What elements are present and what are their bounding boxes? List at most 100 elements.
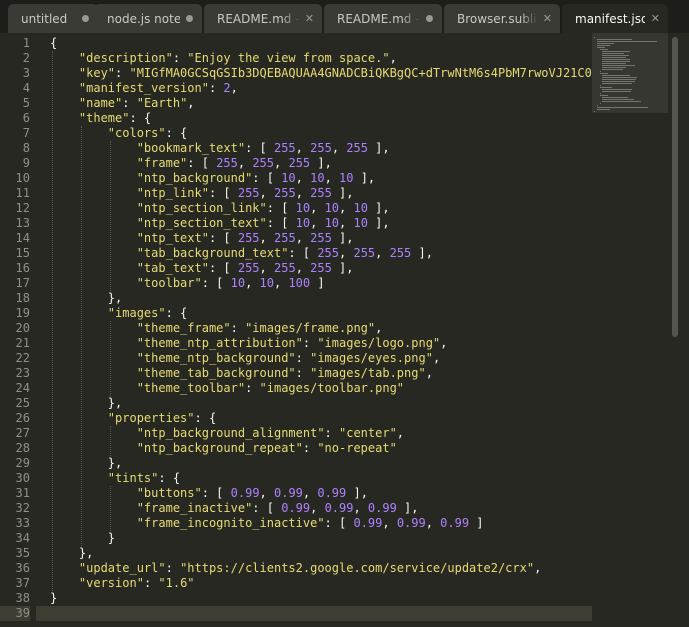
punctuation-token: }, [50,456,123,470]
punctuation-token: , [274,276,289,290]
punctuation-token [50,81,79,95]
punctuation-token [50,231,137,245]
line-number: 35 [15,546,30,560]
string-token: "center" [339,426,397,440]
minimap-line [596,43,615,44]
punctuation-token: , [353,501,368,515]
tab-label-fade [520,4,538,33]
punctuation-token: , [310,216,325,230]
number-token: 10 [295,201,311,215]
indent-guide [52,51,53,591]
minimap-line [602,101,641,102]
punctuation-token: ], [367,216,390,230]
punctuation-token: , [259,231,274,245]
string-token: "ntp_link" [136,186,209,200]
punctuation-token: , [187,96,195,110]
punctuation-token: , [425,516,441,530]
editor-pane[interactable]: 1 2 3 4 5 6 7 8 9 10 11 12 13 14 15 16 17 18 19 20 21 22 23 24 2… [0,33,689,627]
string-token: "toolbar" [136,276,202,290]
minimap-line [596,39,632,40]
punctuation-token [50,126,108,140]
tab-4[interactable]: README.md — [324,4,442,33]
minimap-line [602,69,624,70]
tab-2[interactable]: node.js notes [94,4,202,33]
code-line: "tab_text": [ 255, 255, 255 ], [50,261,354,276]
minimap-line [599,49,609,50]
string-token: "theme_frame" [136,321,231,335]
punctuation-token [50,111,79,125]
punctuation-token: : [302,441,318,455]
close-icon[interactable]: ✕ [305,12,314,25]
tab-1[interactable]: untitled [8,4,98,33]
punctuation-token: : [ [245,141,274,155]
line-number: 39 [0,606,30,621]
indent-guide [80,126,82,546]
number-token: 255 [310,186,332,200]
minimap-line [602,67,627,68]
minimap-line [596,41,657,42]
string-token: "images/tab.png" [310,366,426,380]
string-token: "theme_ntp_background" [136,351,296,365]
line-number: 29 [15,456,30,470]
code-line: "tab_background_text": [ 255, 255, 255 ]… [50,246,433,261]
line-number: 14 [15,231,30,245]
minimap-line [602,89,632,90]
number-token: 255 [252,156,275,170]
number-token: 255 [274,186,296,200]
string-token: "frame" [136,156,188,170]
punctuation-token: : { [158,471,181,485]
tab-5[interactable]: Browser.sublime✕ [444,4,560,33]
minimap-line [594,37,595,38]
code-line: "ntp_section_link": [ 10, 10, 10 ], [50,201,390,216]
tab-3[interactable]: README.md — ✕ [204,4,322,33]
string-token: "colors" [107,126,166,140]
line-number: 13 [15,216,30,230]
vertical-scrollbar[interactable] [668,33,689,627]
punctuation-token: , [339,246,354,260]
line-number: 30 [15,471,30,485]
code-line: "theme_toolbar": "images/toolbar.png" [50,381,404,396]
string-token: "MIGfMA0GCSqGSIb3DQEBAQUAA4GNADCBiQKBgQC… [129,66,592,80]
punctuation-token: , [396,426,405,440]
line-number: 21 [15,336,30,350]
dot-icon[interactable] [426,15,433,22]
punctuation-token [50,366,137,380]
close-icon[interactable]: ✕ [543,12,552,25]
code-line: } [50,591,57,606]
code-area[interactable]: { "description": "Enjoy the view from sp… [36,33,592,627]
number-token: 10 [353,201,368,215]
punctuation-token [50,171,137,185]
line-number: 36 [15,561,30,575]
punctuation-token [50,336,137,350]
close-icon[interactable]: ✕ [651,12,660,25]
punctuation-token: ], [353,171,376,185]
number-token: 10 [324,216,340,230]
minimap-line [596,105,599,106]
minimap[interactable] [592,33,668,627]
punctuation-token: , [375,321,383,335]
tab-label: manifest.json [575,11,645,26]
line-number: 32 [15,501,30,515]
code-line: "manifest_version": 2, [50,81,238,96]
tab-6[interactable]: manifest.json ✕ [562,4,668,33]
punctuation-token: : [143,576,159,590]
punctuation-token: , [295,261,311,275]
code-line [36,606,592,621]
scrollbar-thumb[interactable] [672,37,678,337]
punctuation-token [50,426,137,440]
punctuation-token [50,561,79,575]
punctuation-token [50,186,137,200]
dot-icon[interactable] [82,15,89,22]
line-number: 5 [22,96,30,110]
line-number: 15 [15,246,30,260]
tab-label-fade [402,4,420,33]
line-number: 26 [15,411,30,425]
string-token: "no-repeat" [317,441,397,455]
code-line: }, [50,456,122,471]
punctuation-token: , [389,51,397,65]
tab-label: node.js notes [107,11,180,26]
line-number: 17 [15,276,30,290]
number-token: 255 [288,156,311,170]
dot-icon[interactable] [186,15,193,22]
code-line: }, [50,291,122,306]
